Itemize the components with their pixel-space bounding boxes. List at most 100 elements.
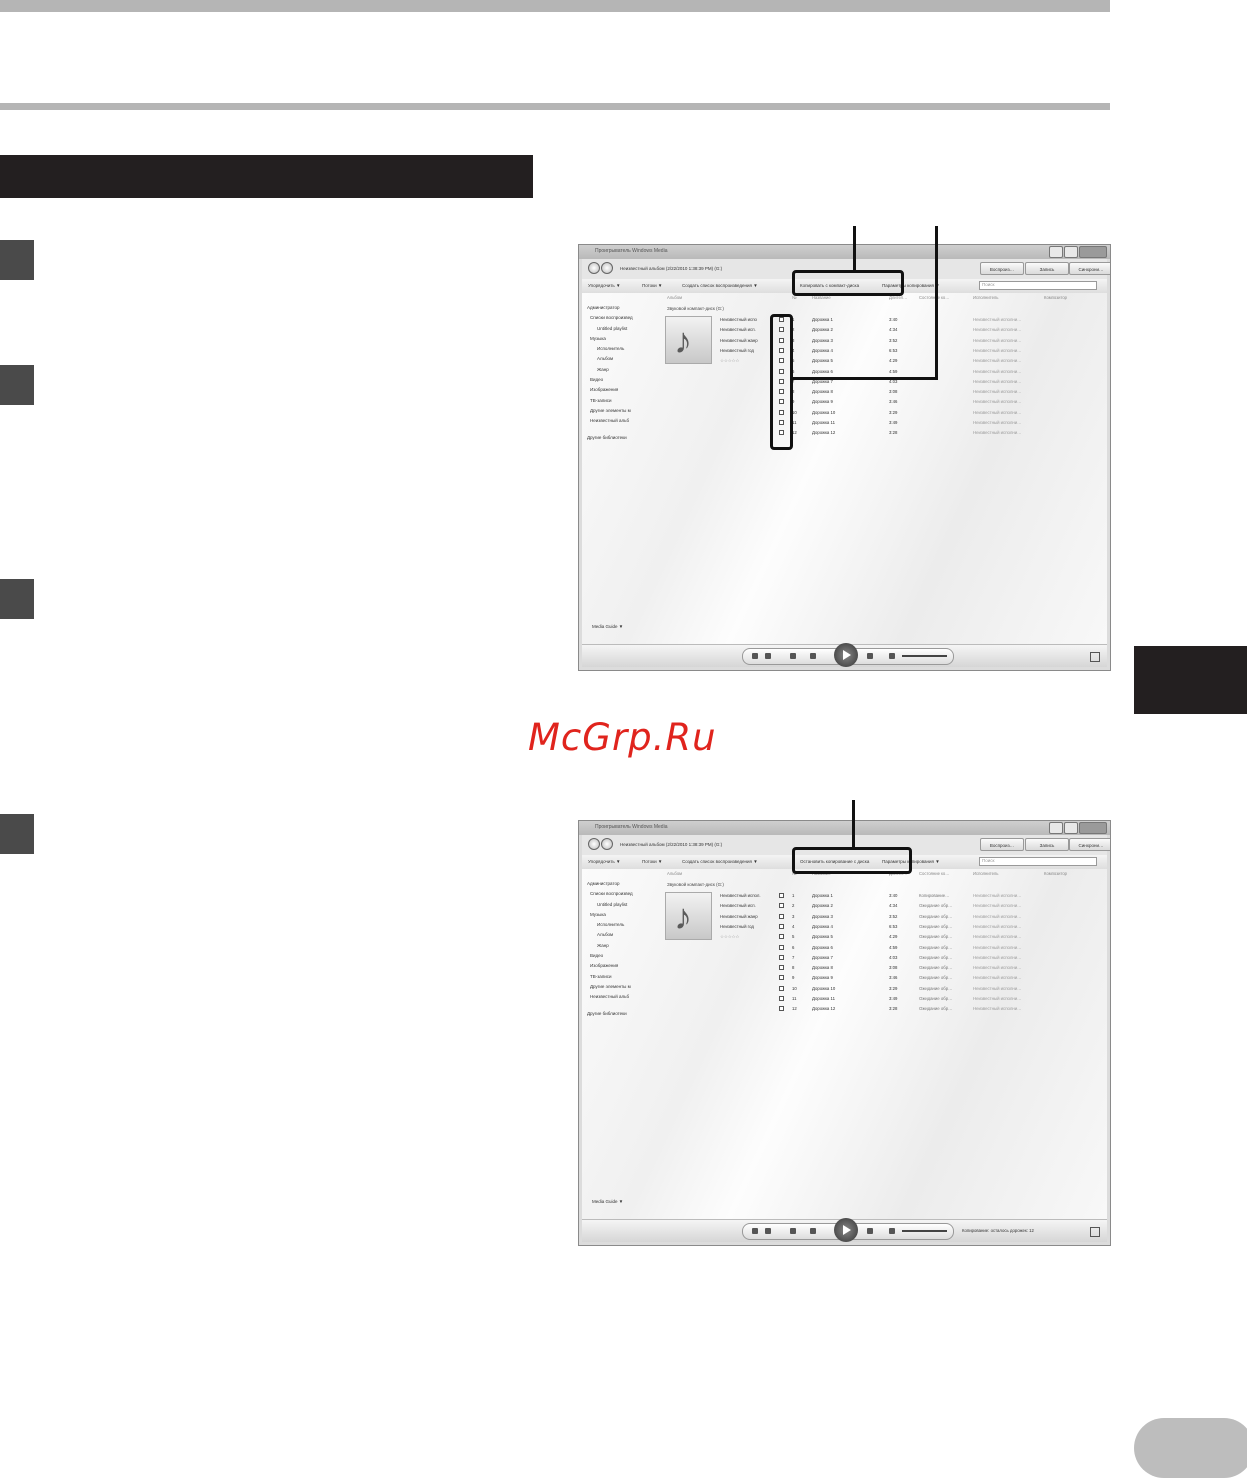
nav-item[interactable]: Видео (587, 377, 667, 387)
play-button[interactable] (834, 1218, 858, 1242)
track-checkbox[interactable] (779, 954, 784, 960)
nav-item[interactable]: Альбом (587, 356, 667, 366)
nav-item[interactable]: ТВ-записи (587, 398, 667, 408)
track-title[interactable]: Дорожка 9 (812, 399, 833, 404)
nav-item[interactable]: Видео (587, 953, 667, 963)
track-title[interactable]: Дорожка 9 (812, 975, 833, 980)
track-checkbox[interactable] (779, 965, 784, 971)
track-title[interactable]: Дорожка 11 (812, 996, 835, 1001)
track-title[interactable]: Дорожка 8 (812, 389, 833, 394)
column-header[interactable]: Исполнитель (973, 871, 998, 876)
track-title[interactable]: Дорожка 8 (812, 965, 833, 970)
maximize-button[interactable] (1064, 822, 1078, 834)
toolbar-item[interactable]: Потоки ▼ (642, 283, 662, 288)
close-button[interactable] (1079, 246, 1107, 258)
repeat-button[interactable] (765, 1228, 771, 1234)
tab-button[interactable]: Воспроиз… (980, 262, 1024, 275)
track-checkbox[interactable] (779, 893, 784, 898)
nav-item[interactable]: ТВ-записи (587, 974, 667, 984)
nav-item[interactable]: Музыка (587, 912, 667, 922)
column-header[interactable]: Состояние ко… (919, 871, 949, 876)
minimize-button[interactable] (1049, 246, 1063, 258)
track-checkbox[interactable] (779, 975, 784, 981)
tab-button[interactable]: Запись (1025, 262, 1069, 275)
nav-item[interactable]: Неизвестный альб (587, 994, 667, 1004)
stop-button[interactable] (790, 1228, 796, 1234)
nav-other-libraries[interactable]: Другие библиотеки (587, 435, 667, 445)
nav-item[interactable]: Списки воспроизвед (587, 315, 667, 325)
track-title[interactable]: Дорожка 2 (812, 903, 833, 908)
forward-button[interactable] (601, 838, 613, 850)
nav-item[interactable]: Альбом (587, 932, 667, 942)
track-checkbox[interactable] (779, 923, 784, 929)
track-title[interactable]: Дорожка 10 (812, 986, 835, 991)
nav-item[interactable]: Музыка (587, 336, 667, 346)
tab-button[interactable]: Воспроиз… (980, 838, 1024, 851)
nav-item[interactable]: Изображения (587, 963, 667, 973)
rating-stars[interactable]: ☆☆☆☆☆ (720, 934, 739, 940)
column-header[interactable]: Исполнитель (973, 295, 998, 300)
previous-button[interactable] (810, 1228, 816, 1234)
mute-button[interactable] (889, 1228, 895, 1234)
track-checkbox[interactable] (779, 985, 784, 991)
track-title[interactable]: Дорожка 3 (812, 338, 833, 343)
back-button[interactable] (588, 262, 600, 274)
track-title[interactable]: Дорожка 4 (812, 348, 833, 353)
track-title[interactable]: Дорожка 12 (812, 1006, 835, 1011)
minimize-button[interactable] (1049, 822, 1063, 834)
track-checkbox[interactable] (779, 903, 784, 909)
stop-button[interactable] (790, 653, 796, 659)
next-button[interactable] (867, 1228, 873, 1234)
toolbar-item[interactable]: Создать список воспроизведения ▼ (682, 283, 758, 288)
toolbar-item[interactable]: Упорядочить ▼ (588, 283, 620, 288)
back-button[interactable] (588, 838, 600, 850)
track-title[interactable]: Дорожка 3 (812, 914, 833, 919)
search-input[interactable]: Поиск (979, 857, 1097, 866)
track-title[interactable]: Дорожка 12 (812, 430, 835, 435)
nav-item[interactable]: Списки воспроизвед (587, 891, 667, 901)
shuffle-button[interactable] (752, 653, 758, 659)
track-checkbox[interactable] (779, 944, 784, 950)
rating-stars[interactable]: ☆☆☆☆☆ (720, 358, 739, 364)
column-header[interactable]: Композитор (1044, 295, 1067, 300)
nav-item[interactable]: Untitled playlist (587, 902, 667, 912)
switch-to-now-playing-button[interactable] (1090, 652, 1100, 662)
track-checkbox[interactable] (779, 913, 784, 919)
breadcrumb[interactable]: Неизвестный альбом (2/22/2010 1:38:39 PM… (620, 266, 722, 271)
track-checkbox[interactable] (779, 996, 784, 1001)
switch-to-now-playing-button[interactable] (1090, 1227, 1100, 1237)
volume-slider[interactable] (902, 655, 947, 657)
previous-button[interactable] (810, 653, 816, 659)
tab-button[interactable]: Синхрони… (1069, 838, 1110, 851)
repeat-button[interactable] (765, 653, 771, 659)
track-checkbox[interactable] (779, 934, 784, 940)
nav-other-libraries[interactable]: Другие библиотеки (587, 1011, 667, 1021)
nav-item[interactable]: Жанр (587, 943, 667, 953)
forward-button[interactable] (601, 262, 613, 274)
nav-item[interactable]: Untitled playlist (587, 326, 667, 336)
shuffle-button[interactable] (752, 1228, 758, 1234)
close-button[interactable] (1079, 822, 1107, 834)
toolbar-item[interactable]: Создать список воспроизведения ▼ (682, 859, 758, 864)
next-button[interactable] (867, 653, 873, 659)
track-title[interactable]: Дорожка 5 (812, 934, 833, 939)
media-guide-link[interactable]: Media Guide ▼ (592, 1199, 623, 1204)
nav-item[interactable]: Неизвестный альб (587, 418, 667, 428)
toolbar-item[interactable]: Упорядочить ▼ (588, 859, 620, 864)
track-checkbox[interactable] (779, 1006, 784, 1012)
media-guide-link[interactable]: Media Guide ▼ (592, 624, 623, 629)
nav-item[interactable]: Другие элементы м (587, 408, 667, 418)
volume-slider[interactable] (902, 1230, 947, 1232)
track-title[interactable]: Дорожка 10 (812, 410, 835, 415)
nav-item[interactable]: Другие элементы м (587, 984, 667, 994)
play-button[interactable] (834, 643, 858, 667)
track-title[interactable]: Дорожка 1 (812, 317, 833, 322)
track-title[interactable]: Дорожка 6 (812, 369, 833, 374)
nav-item[interactable]: Исполнитель (587, 922, 667, 932)
track-title[interactable]: Дорожка 2 (812, 327, 833, 332)
track-title[interactable]: Дорожка 4 (812, 924, 833, 929)
breadcrumb[interactable]: Неизвестный альбом (2/22/2010 1:38:39 PM… (620, 842, 722, 847)
maximize-button[interactable] (1064, 246, 1078, 258)
toolbar-item[interactable]: Потоки ▼ (642, 859, 662, 864)
track-title[interactable]: Дорожка 7 (812, 955, 833, 960)
